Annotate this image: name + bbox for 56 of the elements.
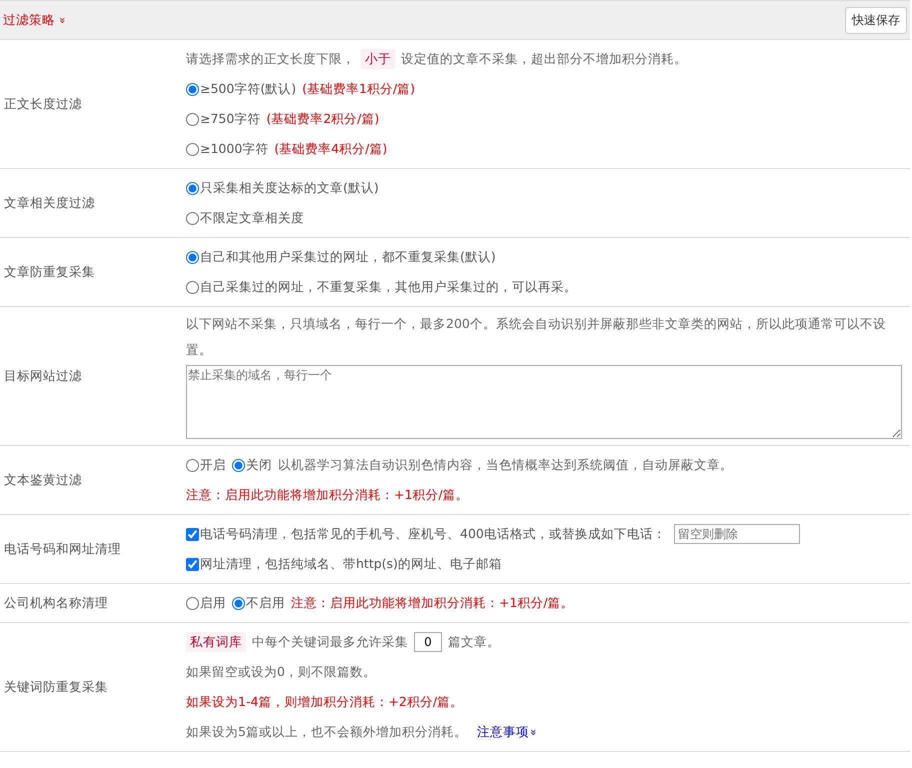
option-label[interactable]: 开启 [200, 452, 226, 478]
setting-label: 关键词防重复采集 [3, 678, 109, 696]
radio-button[interactable] [186, 212, 199, 224]
description-text: 请选择需求的正文长度下限， [186, 50, 355, 68]
warning-text: 注意：启用此功能将增加积分消耗：+1积分/篇。 [291, 594, 574, 612]
quick-save-button[interactable]: 快速保存 [845, 6, 907, 34]
setting-label: 文章防重复采集 [3, 264, 96, 280]
setting-label: 文章相关度过滤 [3, 194, 96, 212]
phone-input-field[interactable]: 留空则删除 [674, 524, 800, 544]
setting-label: 正文长度过滤 [3, 96, 83, 112]
description-text: 如果留空或设为0，则不限篇数。 [186, 663, 376, 681]
description-text: 以下网站不采集，只填域名，每行一个，最多200个。系统会自动识别并屏蔽那些非文章类的网站，所以此项通常可以不设置。 [186, 315, 887, 359]
option-label[interactable]: 网址清理，包括纯域名、带http(s)的网址、电子邮箱 [200, 551, 502, 577]
checkbox[interactable] [186, 558, 199, 570]
option-label[interactable]: 只采集相关度达标的文章(默认) [200, 175, 379, 201]
warning-text: 注意：启用此功能将增加积分消耗：+1积分/篇。 [186, 486, 469, 504]
radio-button[interactable] [232, 596, 245, 610]
option-label[interactable]: 自己和其他用户采集过的网址，都不重复采集(默认) [200, 244, 496, 270]
setting-label: 目标网站过滤 [3, 368, 83, 384]
option-label[interactable]: 不启用 [246, 590, 285, 616]
option-label[interactable]: 关闭 [246, 452, 272, 478]
setting-label: 文本鉴黄过滤 [3, 472, 83, 488]
radio-button[interactable] [232, 458, 245, 472]
count-input-field[interactable]: 0 [414, 632, 442, 652]
radio-button[interactable] [186, 82, 199, 96]
radio-button[interactable] [186, 182, 199, 194]
radio-button[interactable] [186, 596, 199, 610]
double-caret-icon[interactable]: » [528, 728, 539, 736]
description-text: 中每个关键词最多允许采集 [252, 633, 408, 651]
warning-text: (基础费率1积分/篇) [302, 80, 416, 98]
radio-button[interactable] [186, 250, 199, 264]
description-text: 篇文章。 [448, 633, 500, 651]
description-text: 设定值的文章不采集，超出部分不增加积分消耗。 [401, 50, 687, 68]
setting-label: 公司机构名称清理 [3, 594, 109, 612]
domain-textarea[interactable]: 禁止采集的域名，每行一个 [186, 365, 902, 439]
option-label[interactable]: 电话号码清理，包括常见的手机号、座机号、400电话格式，或替换成如下电话： [200, 521, 666, 547]
highlight-tag: 私有词库 [186, 632, 246, 652]
description-text: 如果设为5篇或以上，也不会额外增加积分消耗。 [186, 723, 467, 741]
setting-label: 电话号码和网址清理 [3, 540, 122, 558]
option-label[interactable]: 启用 [200, 590, 226, 616]
radio-button[interactable] [186, 142, 199, 156]
description-text: 以机器学习算法自动识别色情内容，当色情概率达到系统阈值，自动屏蔽文章。 [278, 456, 733, 474]
radio-button[interactable] [186, 112, 199, 126]
notes-link[interactable]: 注意事项 [476, 719, 529, 745]
option-label[interactable]: 不限定文章相关度 [200, 205, 304, 231]
option-label[interactable]: ≥1000字符 [200, 136, 268, 162]
option-label[interactable]: ≥750字符 [200, 106, 260, 132]
warning-text: 如果设为1-4篇，则增加积分消耗：+2积分/篇。 [186, 693, 464, 711]
checkbox[interactable] [186, 528, 199, 540]
warning-text: (基础费率4积分/篇) [274, 140, 388, 158]
radio-button[interactable] [186, 458, 199, 472]
radio-button[interactable] [186, 280, 199, 294]
warning-text: (基础费率2积分/篇) [266, 110, 380, 128]
option-label[interactable]: ≥500字符(默认) [200, 76, 296, 102]
option-label[interactable]: 自己采集过的网址，不重复采集，其他用户采集过的，可以再采。 [200, 274, 577, 300]
highlight-tag: 小于 [361, 49, 395, 69]
